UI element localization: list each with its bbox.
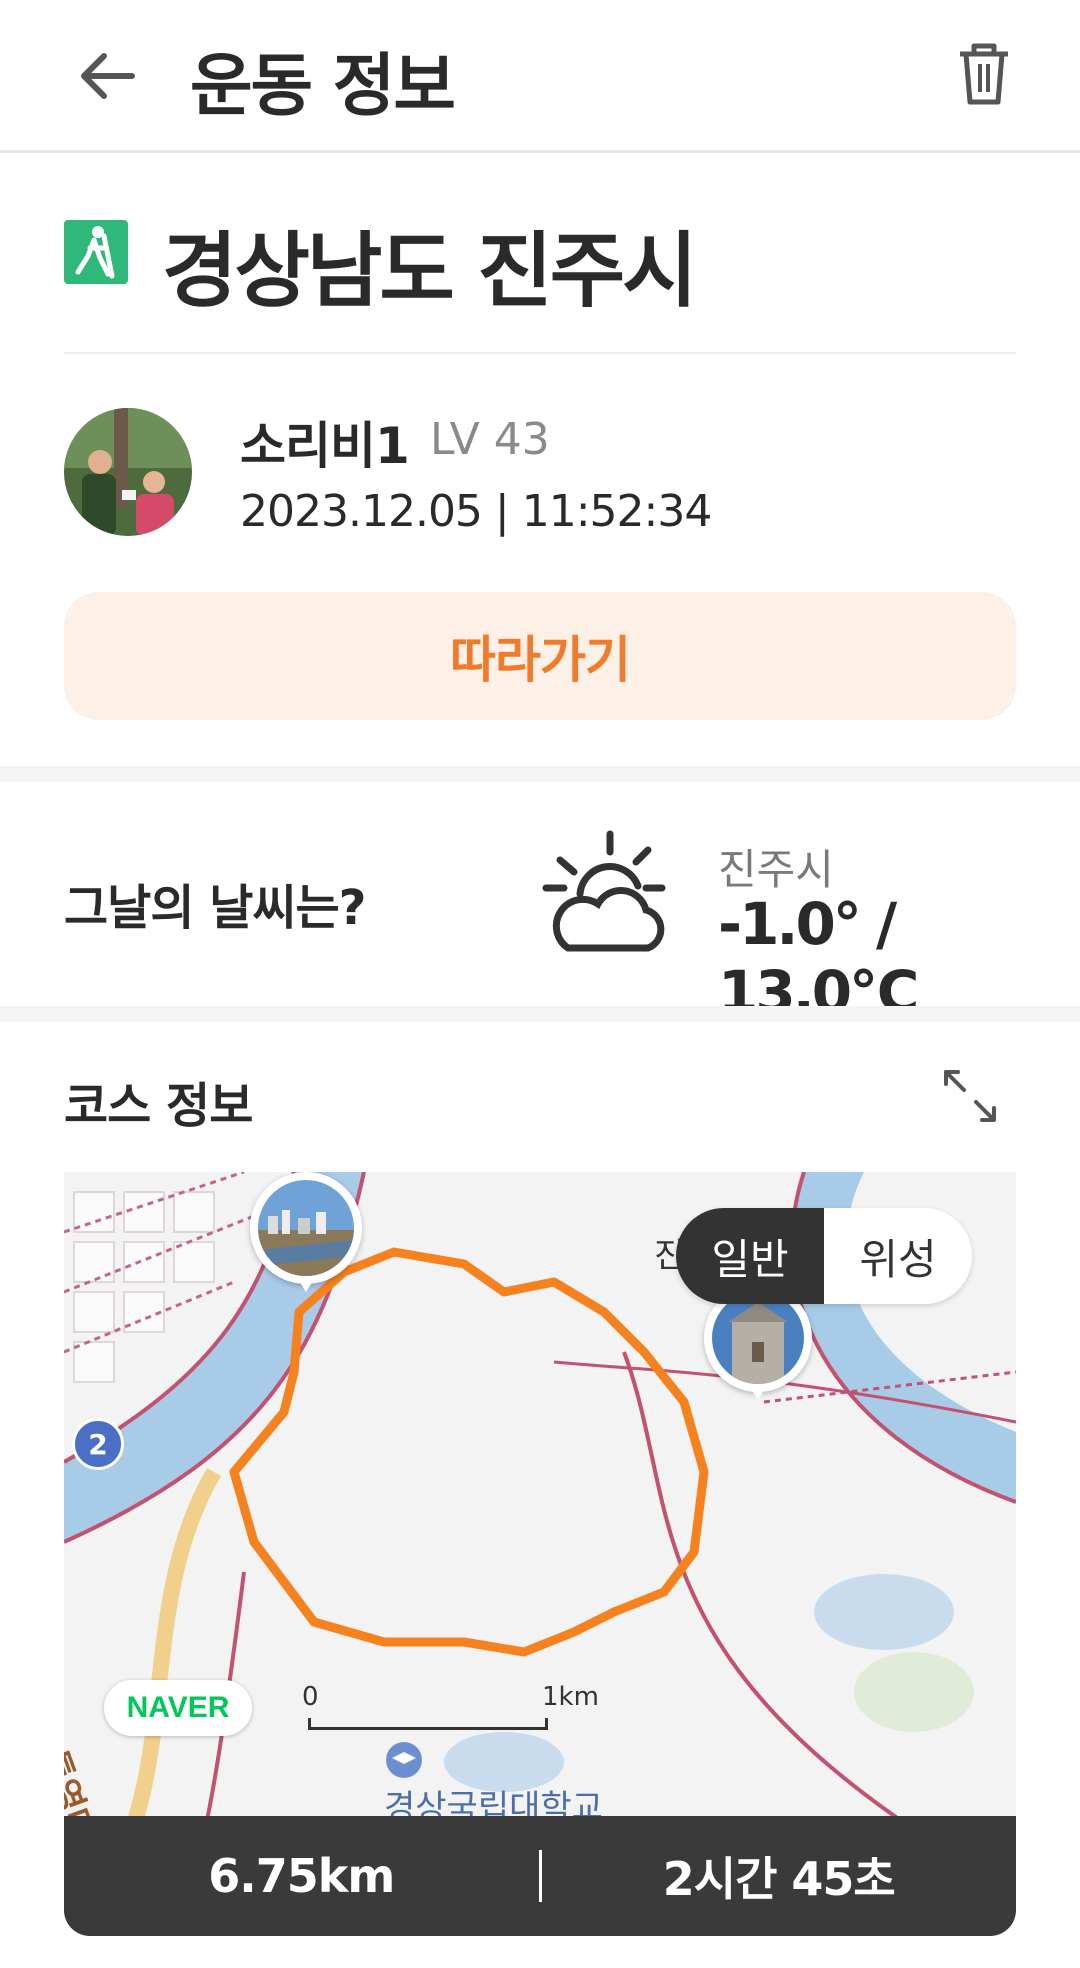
naver-logo[interactable]: NAVER (104, 1680, 252, 1736)
course-map[interactable]: 진 일반 위성 2 통영대전고속 NAVER (64, 1172, 1016, 1936)
page-title: 운동 정보 (190, 47, 456, 126)
divider (64, 352, 1016, 354)
map-normal-button[interactable]: 일반 (676, 1208, 824, 1304)
trash-icon[interactable] (948, 38, 1020, 110)
expand-icon[interactable] (940, 1066, 1000, 1126)
photo-pin[interactable] (250, 1172, 362, 1292)
arrow-left-icon[interactable] (72, 40, 144, 112)
map-type-toggle[interactable]: 일반 위성 (676, 1208, 972, 1304)
section-divider (0, 1006, 1080, 1022)
weather-city: 진주시 (718, 845, 834, 894)
location-title: 경상남도 진주시 (162, 224, 698, 319)
scale-bar (308, 1718, 548, 1730)
exercise-datetime: 2023.12.05 | 11:52:34 (240, 486, 712, 537)
distance-value: 6.75km (208, 1849, 395, 1903)
username: 소리비1 (240, 417, 410, 475)
course-title: 코스 정보 (64, 1078, 253, 1134)
university-icon (386, 1742, 422, 1778)
photo-thumbnail (712, 1292, 804, 1384)
photo-thumbnail (258, 1180, 354, 1276)
scale-start: 0 (302, 1682, 319, 1712)
section-divider (0, 766, 1080, 782)
app-header: 운동 정보 (0, 0, 1080, 153)
user-level: LV 43 (430, 414, 550, 465)
course-stats-bar: 6.75km 2시간 45초 (64, 1816, 1016, 1936)
hiking-icon (64, 220, 128, 284)
follow-button[interactable]: 따라가기 (64, 592, 1016, 720)
avatar[interactable] (64, 408, 192, 536)
route-number-badge: 2 (72, 1418, 124, 1470)
map-satellite-button[interactable]: 위성 (824, 1208, 972, 1304)
sun-cloud-icon (542, 830, 666, 952)
duration-value: 2시간 45초 (662, 1852, 896, 1906)
weather-question: 그날의 날씨는? (64, 880, 367, 936)
scale-end: 1km (542, 1682, 599, 1712)
